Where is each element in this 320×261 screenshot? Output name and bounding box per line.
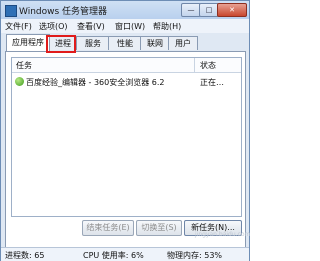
- menu-file[interactable]: 文件(F): [5, 21, 32, 32]
- column-header-task[interactable]: 任务: [16, 60, 32, 71]
- task-manager-window: Windows 任务管理器 — □ ✕ 文件(F) 选项(O) 查看(V) 窗口…: [0, 0, 250, 261]
- tab-users[interactable]: 用户: [168, 36, 198, 50]
- column-header-status[interactable]: 状态: [200, 60, 216, 71]
- cpu-usage: CPU 使用率: 6%: [83, 251, 144, 260]
- menu-view[interactable]: 查看(V): [77, 21, 105, 32]
- applications-panel: 任务 状态 百度经验_编辑器 - 360安全浏览器 6.2 正在… 结束任务(E…: [5, 51, 246, 249]
- minimize-button[interactable]: —: [181, 3, 201, 17]
- tab-networking[interactable]: 联网: [140, 36, 170, 50]
- task-status: 正在…: [200, 78, 224, 87]
- processes-tab-highlight: [46, 35, 76, 53]
- menu-help[interactable]: 帮助(H): [153, 21, 181, 32]
- tab-applications[interactable]: 应用程序: [6, 34, 50, 51]
- column-divider[interactable]: [194, 58, 195, 72]
- switch-to-button[interactable]: 切换至(S): [136, 220, 182, 236]
- browser-icon: [15, 77, 24, 86]
- title-bar[interactable]: Windows 任务管理器 — □ ✕: [1, 1, 249, 19]
- task-list-header: 任务 状态: [12, 58, 241, 73]
- tab-services[interactable]: 服务: [76, 36, 110, 50]
- task-name: 百度经验_编辑器 - 360安全浏览器 6.2: [26, 78, 165, 87]
- table-row[interactable]: 百度经验_编辑器 - 360安全浏览器 6.2 正在…: [12, 76, 241, 88]
- menu-window[interactable]: 窗口(W): [115, 21, 145, 32]
- close-button[interactable]: ✕: [217, 3, 247, 17]
- maximize-button[interactable]: □: [199, 3, 219, 17]
- task-list[interactable]: 任务 状态 百度经验_编辑器 - 360安全浏览器 6.2 正在…: [11, 57, 242, 217]
- task-manager-icon: [5, 5, 17, 17]
- process-count: 进程数: 65: [5, 251, 45, 260]
- watermark: jingyan.baidu.com: [195, 231, 251, 238]
- end-task-button[interactable]: 结束任务(E): [82, 220, 134, 236]
- memory-usage: 物理内存: 53%: [167, 251, 223, 260]
- tab-strip: 应用程序 进程 服务 性能 联网 用户: [1, 33, 249, 51]
- menu-bar: 文件(F) 选项(O) 查看(V) 窗口(W) 帮助(H): [1, 19, 249, 33]
- status-bar: 进程数: 65 CPU 使用率: 6% 物理内存: 53%: [1, 247, 249, 261]
- window-title: Windows 任务管理器: [19, 7, 108, 17]
- menu-options[interactable]: 选项(O): [39, 21, 68, 32]
- tab-performance[interactable]: 性能: [108, 36, 142, 50]
